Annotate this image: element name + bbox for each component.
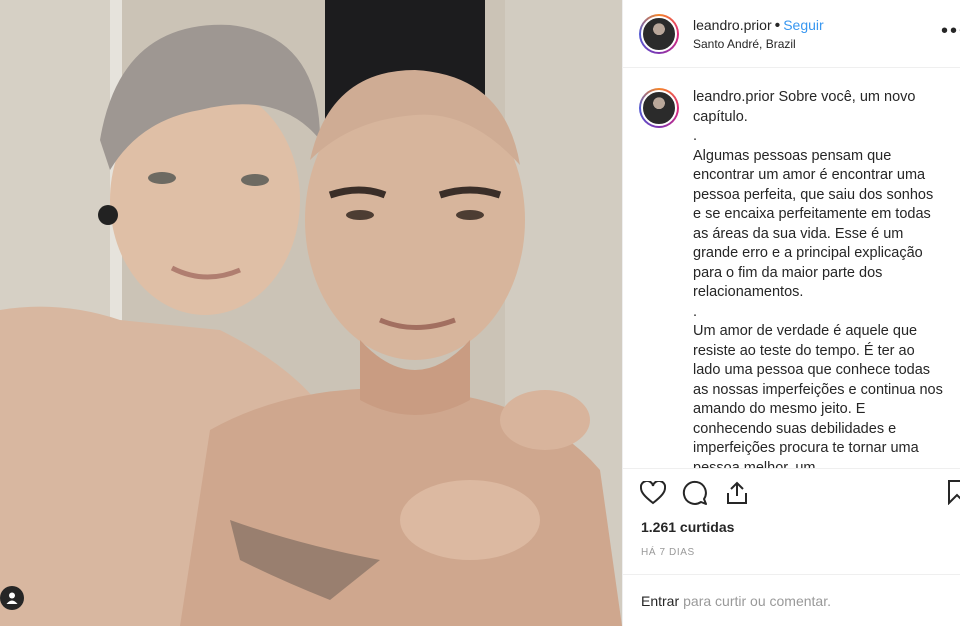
avatar[interactable] — [639, 88, 679, 128]
login-prompt: Entrar para curtir ou comentar. — [623, 574, 960, 626]
post-side-panel: leandro.prior • Seguir Santo André, Brazil… — [622, 0, 960, 626]
bookmark-icon[interactable] — [947, 479, 960, 510]
more-icon[interactable]: ••• — [941, 20, 960, 43]
caption-line: . — [693, 128, 698, 144]
caption-line: . — [693, 303, 698, 320]
post-header: leandro.prior • Seguir Santo André, Brazil… — [623, 0, 960, 68]
separator-dot: • — [774, 16, 781, 34]
comment-icon[interactable] — [681, 479, 709, 507]
action-bar — [623, 468, 960, 516]
location-link[interactable]: Santo André, Brazil — [693, 36, 824, 52]
caption-text: leandro.prior Sobre você, um novo capítu… — [693, 88, 944, 468]
post-photo[interactable] — [0, 0, 622, 626]
photo-illustration — [0, 0, 622, 626]
post-time[interactable]: HÁ 7 DIAS — [641, 547, 695, 558]
username-link[interactable]: leandro.prior — [693, 17, 772, 33]
avatar[interactable] — [639, 13, 679, 54]
caption-line: Um amor de verdade é aquele que resiste … — [693, 323, 943, 468]
login-prompt-text: para curtir ou comentar. — [683, 592, 831, 609]
caption-area: leandro.prior Sobre você, um novo capítu… — [623, 68, 960, 468]
caption-line: Algumas pessoas pensam que encontrar um … — [693, 147, 934, 301]
likes-count[interactable]: 1.261 curtidas — [641, 519, 734, 535]
login-link[interactable]: Entrar — [641, 593, 679, 609]
heart-icon[interactable] — [639, 479, 667, 507]
caption-username[interactable]: leandro.prior — [693, 89, 774, 105]
share-icon[interactable] — [723, 479, 751, 507]
user-tag-icon[interactable] — [0, 586, 24, 610]
follow-button[interactable]: Seguir — [783, 17, 823, 33]
header-text: leandro.prior • Seguir Santo André, Brazil — [693, 15, 824, 53]
